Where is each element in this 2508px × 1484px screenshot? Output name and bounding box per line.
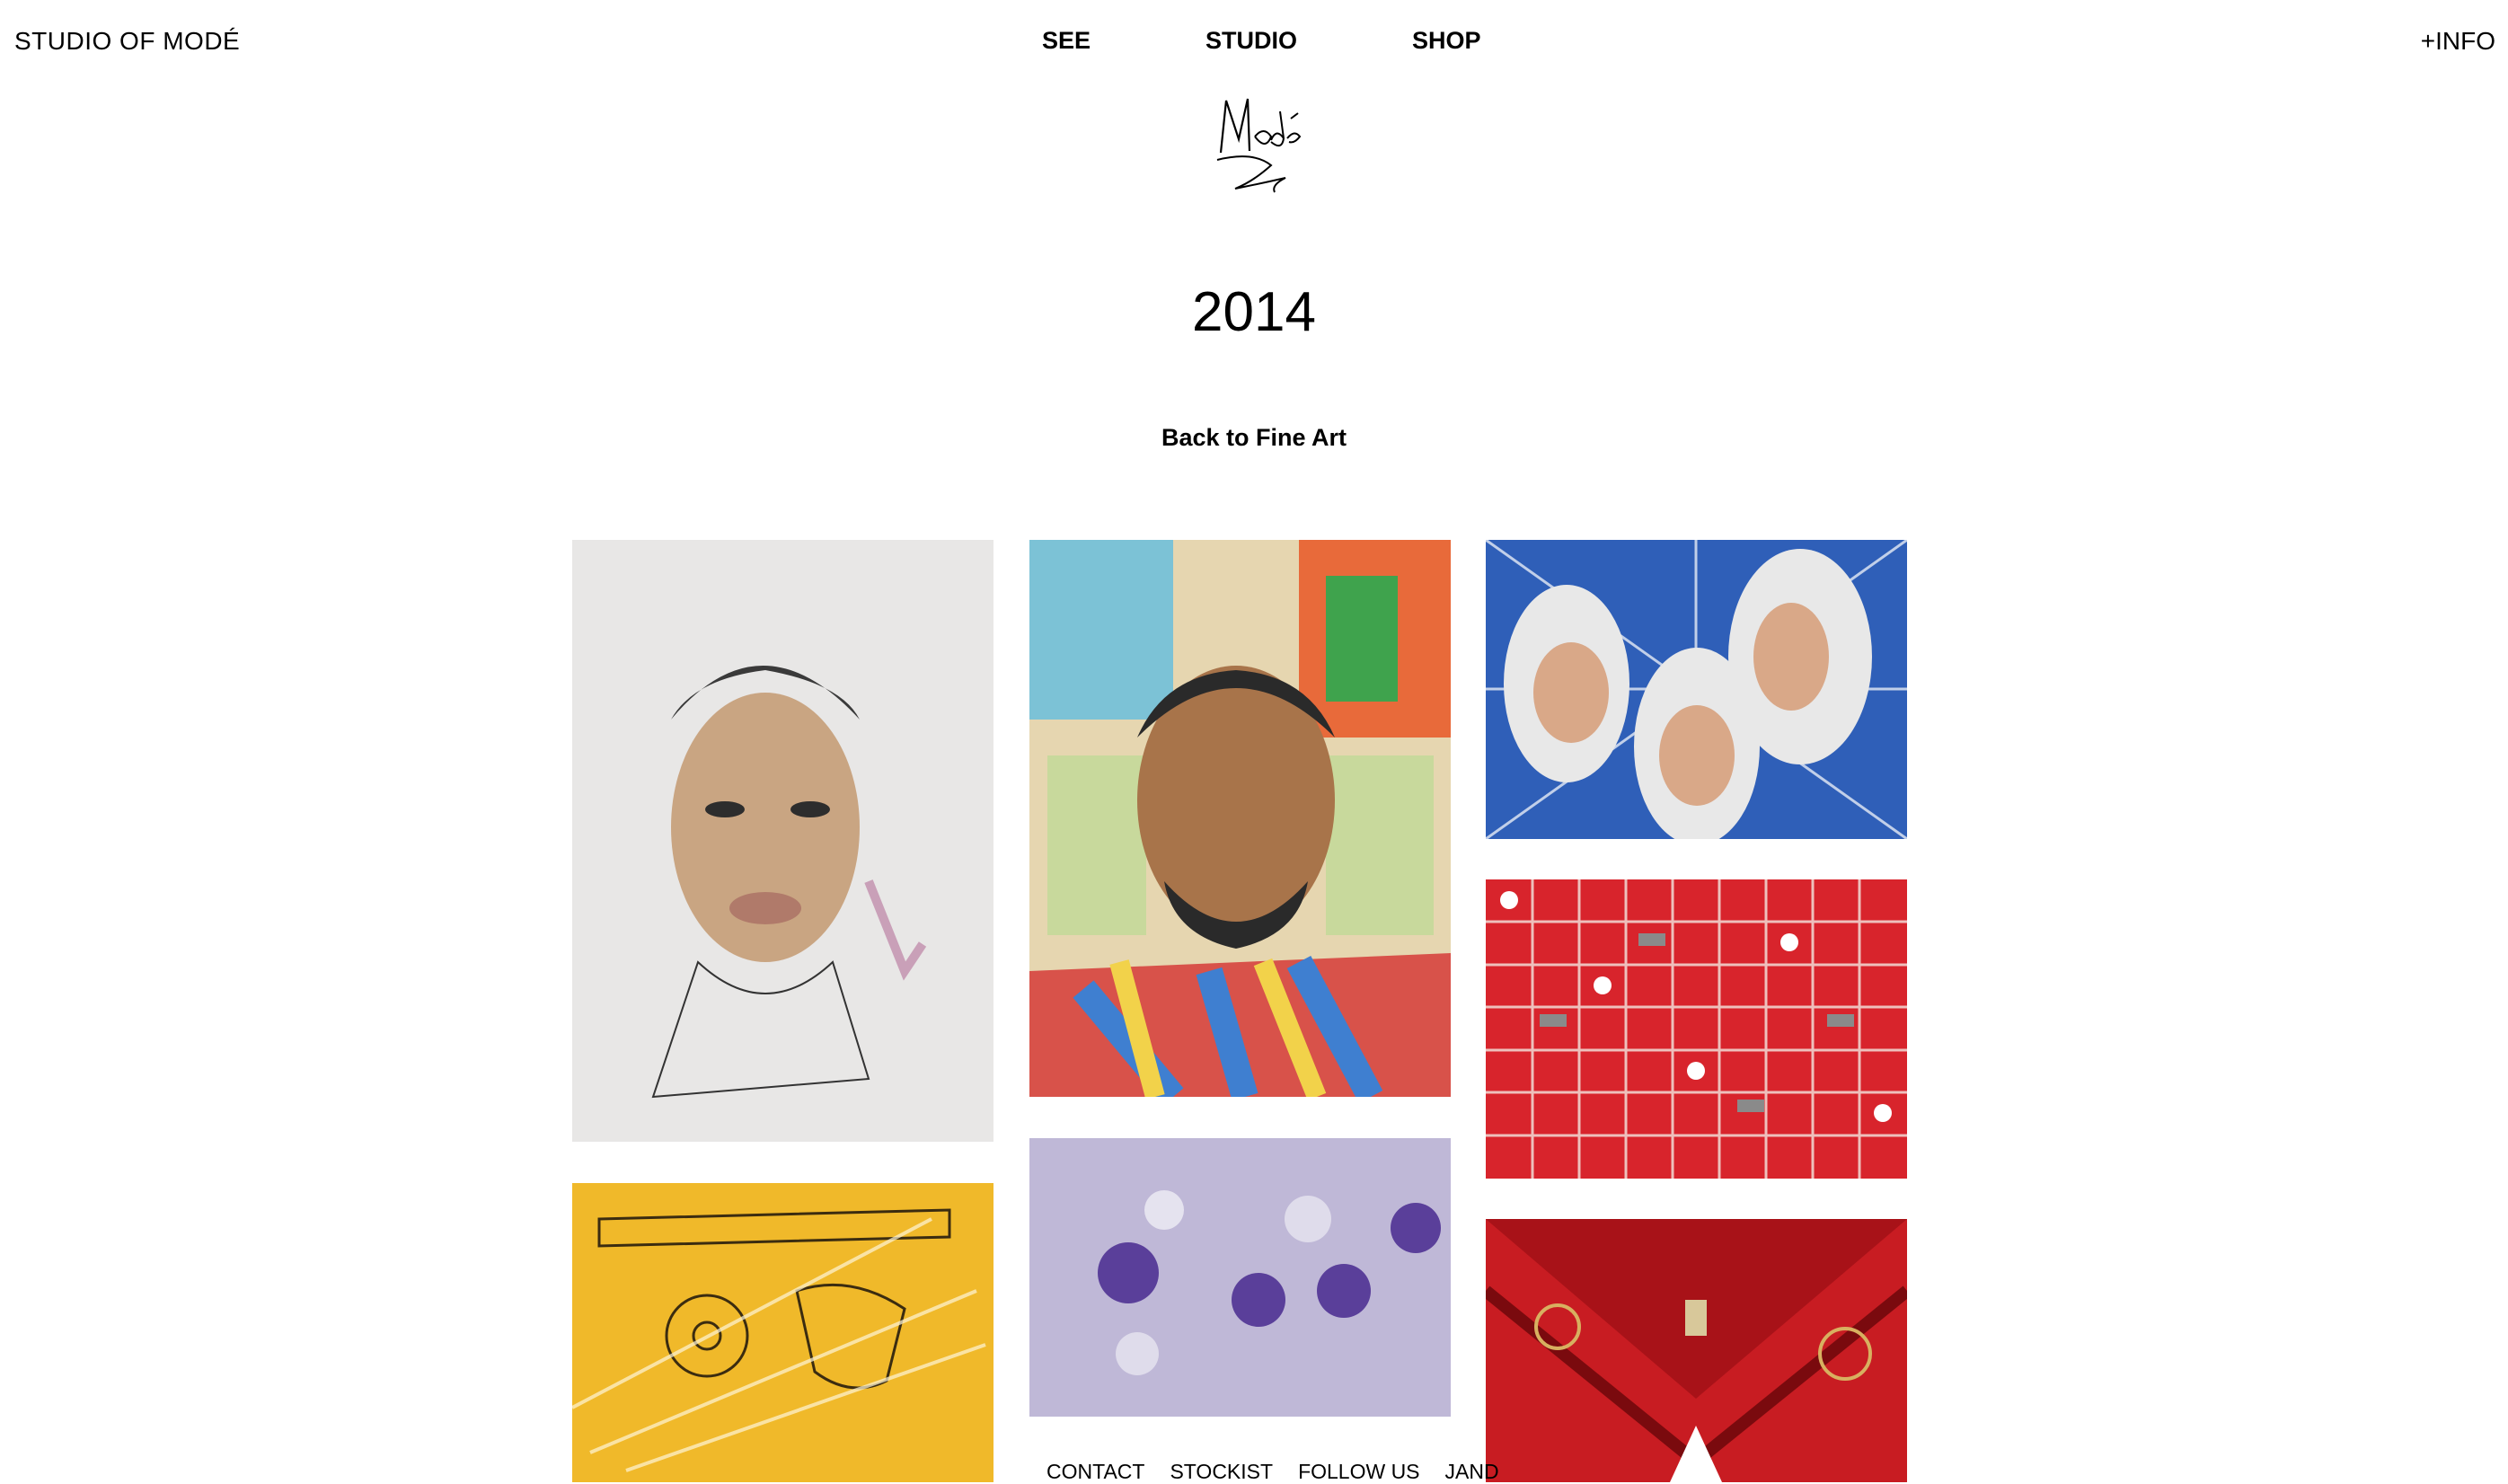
artwork-portrait-woman[interactable] [572,540,993,1142]
artwork-purple-flowers[interactable] [1029,1138,1451,1417]
artwork-blue-tiles-faces[interactable] [1486,540,1907,839]
nav-see[interactable]: SEE [1042,27,1091,55]
mode-signature-logo-icon[interactable] [1208,90,1307,193]
footer-jand-link[interactable]: JAND [1445,1460,1499,1484]
artwork-yellow-revolvers[interactable] [572,1183,993,1482]
main-nav: SEE STUDIO SHOP [1042,27,1481,55]
footer-follow-us-link[interactable]: FOLLOW US [1298,1460,1419,1484]
nav-shop[interactable]: SHOP [1412,27,1481,55]
page-title: 2014 [1192,281,1316,343]
info-link[interactable]: +INFO [2421,27,2495,56]
back-to-fine-art-link[interactable]: Back to Fine Art [0,424,2508,452]
artwork-red-grid-pistols[interactable] [1486,879,1907,1179]
artwork-red-pattern[interactable] [1486,1219,1907,1482]
artwork-portrait-man-colorful[interactable] [1029,540,1451,1097]
footer-nav: CONTACT STOCKIST FOLLOW US JAND [1046,1460,1499,1484]
nav-studio[interactable]: STUDIO [1205,27,1297,55]
site-name[interactable]: STUDIO OF MODÉ [14,27,240,56]
footer-contact-link[interactable]: CONTACT [1046,1460,1144,1484]
footer-stockist-link[interactable]: STOCKIST [1170,1460,1273,1484]
